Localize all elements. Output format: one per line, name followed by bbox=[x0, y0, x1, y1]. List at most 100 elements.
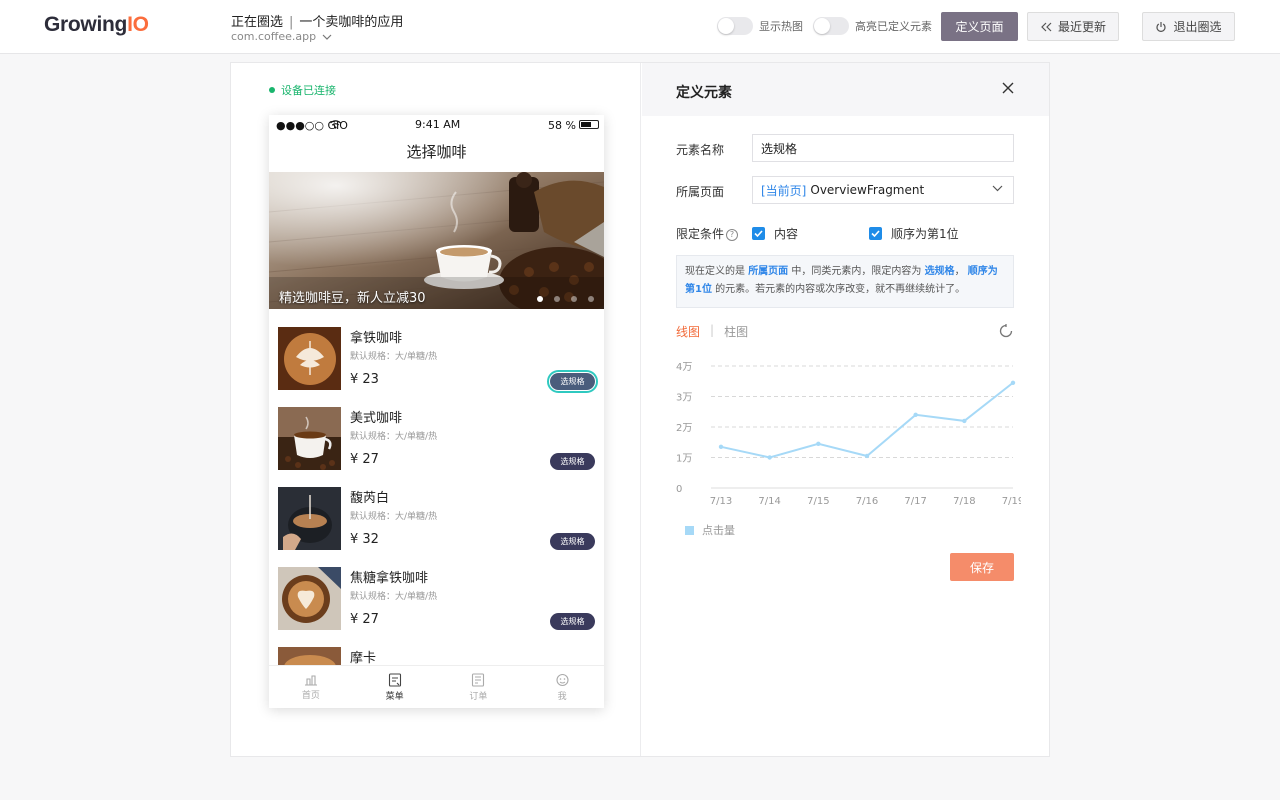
item-name: 美式咖啡 bbox=[350, 411, 403, 426]
element-name-label: 元素名称 bbox=[676, 143, 725, 157]
chevron-down-icon bbox=[992, 185, 1003, 192]
x-tick-label: 7/15 bbox=[807, 496, 829, 507]
content-checkbox-label: 内容 bbox=[774, 227, 799, 241]
note-text: 现在定义的是 bbox=[685, 266, 745, 277]
tab-profile[interactable]: 我 bbox=[520, 666, 604, 708]
legend-label: 点击量 bbox=[702, 524, 735, 537]
tab-home-label: 首页 bbox=[301, 691, 320, 701]
item-name: 拿铁咖啡 bbox=[350, 331, 403, 346]
phone-screen: ●●●○○ GIO 9:41 AM 58 % 选择咖啡 精选咖啡豆，新人立减30… bbox=[269, 115, 604, 708]
order-checkbox[interactable]: 顺序为第1位 bbox=[869, 225, 959, 242]
highlight-toggle-label: 高亮已定义元素 bbox=[855, 20, 932, 33]
page-select[interactable]: [当前页] OverviewFragment bbox=[752, 176, 1014, 204]
home-icon bbox=[304, 675, 317, 686]
profile-icon bbox=[556, 673, 569, 686]
element-name-value: 选规格 bbox=[761, 141, 798, 156]
x-tick-label: 7/17 bbox=[904, 496, 926, 507]
exit-button[interactable]: 退出圈选 bbox=[1142, 12, 1235, 41]
item-name: 馥芮白 bbox=[350, 491, 390, 506]
tab-bar-chart[interactable]: 柱图 bbox=[724, 323, 748, 340]
content-checkbox[interactable]: 内容 bbox=[752, 225, 798, 242]
x-tick-label: 7/14 bbox=[758, 496, 780, 507]
clock: 9:41 AM bbox=[415, 118, 461, 131]
y-tick-label: 4万 bbox=[676, 362, 692, 373]
list-item[interactable]: 美式咖啡 默认规格：大/单糖/热 ¥ 27 选规格 bbox=[269, 398, 604, 478]
main-panel: 设备已连接 ●●●○○ GIO 9:41 AM 58 % 选择咖啡 精选咖啡豆，… bbox=[230, 62, 1050, 757]
app-package: com.coffee.app bbox=[231, 30, 317, 43]
power-icon bbox=[1156, 21, 1167, 32]
note-highlight: 所属页面 bbox=[748, 266, 789, 277]
top-bar: GrowingIO 正在圈选 | 一个卖咖啡的应用 com.coffee.app 显… bbox=[0, 0, 1280, 54]
logo-text: Growing bbox=[44, 13, 128, 36]
double-chevron-left-icon bbox=[1041, 22, 1052, 31]
checkbox-checked-icon bbox=[869, 227, 882, 240]
tab-menu[interactable]: 菜单 bbox=[353, 666, 437, 708]
select-spec-button[interactable]: 选规格 bbox=[550, 613, 595, 630]
checkbox-checked-icon bbox=[752, 227, 765, 240]
list-item[interactable]: 馥芮白 默认规格：大/单糖/热 ¥ 32 选规格 bbox=[269, 478, 604, 558]
status-dot-icon bbox=[269, 87, 275, 93]
americano-thumbnail bbox=[278, 407, 341, 470]
chevron-down-icon bbox=[322, 34, 332, 40]
define-page-button[interactable]: 定义页面 bbox=[941, 12, 1018, 41]
data-point bbox=[1010, 380, 1016, 385]
banner-pagination[interactable] bbox=[537, 296, 594, 302]
page-select-value: OverviewFragment bbox=[810, 183, 925, 197]
recent-updates-button[interactable]: 最近更新 bbox=[1027, 12, 1119, 41]
flat-white-thumbnail bbox=[278, 487, 341, 550]
item-name: 焦糖拿铁咖啡 bbox=[350, 571, 429, 586]
highlight-toggle[interactable] bbox=[813, 17, 849, 35]
select-spec-button[interactable]: 选规格 bbox=[547, 370, 598, 393]
panel-header: 定义元素 bbox=[642, 63, 1049, 116]
data-point bbox=[718, 444, 724, 450]
item-spec: 默认规格：大/单糖/热 bbox=[350, 592, 438, 602]
define-page-label: 定义页面 bbox=[955, 20, 1004, 34]
y-tick-label: 0 bbox=[676, 484, 682, 495]
select-spec-button[interactable]: 选规格 bbox=[550, 453, 595, 470]
menu-icon bbox=[388, 672, 401, 687]
phone-status-bar: ●●●○○ GIO 9:41 AM 58 % bbox=[269, 115, 604, 135]
session-title: 正在圈选 | 一个卖咖啡的应用 bbox=[231, 11, 403, 30]
list-item[interactable]: 焦糖拿铁咖啡 默认规格：大/单糖/热 ¥ 27 选规格 bbox=[269, 558, 604, 638]
app-package-select[interactable]: com.coffee.app bbox=[231, 30, 332, 43]
item-price: ¥ 27 bbox=[350, 612, 379, 627]
help-icon[interactable]: ? bbox=[726, 229, 739, 241]
x-tick-label: 7/18 bbox=[953, 496, 975, 507]
y-tick-label: 1万 bbox=[676, 454, 692, 465]
item-price: ¥ 32 bbox=[350, 532, 379, 547]
logo-text-io: IO bbox=[127, 13, 149, 36]
orders-icon bbox=[472, 672, 485, 687]
tab-home[interactable]: 首页 bbox=[269, 666, 353, 708]
connection-status-label: 设备已连接 bbox=[281, 84, 336, 97]
tab-orders-label: 订单 bbox=[469, 691, 488, 702]
promo-banner[interactable]: 精选咖啡豆，新人立减30 bbox=[269, 172, 604, 309]
exit-label: 退出圈选 bbox=[1173, 20, 1222, 34]
highlight-toggle-group: 高亮已定义元素 bbox=[813, 17, 932, 35]
page-label: 所属页面 bbox=[676, 185, 725, 199]
tab-divider: | bbox=[710, 323, 715, 337]
recent-updates-label: 最近更新 bbox=[1057, 20, 1106, 34]
connection-status: 设备已连接 bbox=[269, 82, 336, 98]
legend-swatch bbox=[685, 525, 694, 535]
element-name-input[interactable]: 选规格 bbox=[752, 134, 1014, 162]
growingio-logo[interactable]: GrowingIO bbox=[44, 13, 149, 37]
close-icon[interactable] bbox=[1002, 82, 1014, 94]
save-button[interactable]: 保存 bbox=[950, 553, 1014, 581]
item-price: ¥ 23 bbox=[350, 372, 379, 387]
data-point bbox=[816, 441, 821, 446]
tab-profile-label: 我 bbox=[557, 691, 567, 702]
limit-conditions-label: 限定条件 bbox=[676, 227, 725, 241]
current-page-tag: [当前页] bbox=[761, 183, 807, 198]
heatmap-toggle[interactable] bbox=[717, 17, 753, 35]
battery-icon bbox=[579, 120, 599, 129]
select-spec-button[interactable]: 选规格 bbox=[550, 533, 595, 550]
heatmap-toggle-label: 显示热图 bbox=[759, 20, 803, 33]
item-spec: 默认规格：大/单糖/热 bbox=[350, 432, 438, 442]
tab-line-chart[interactable]: 线图 bbox=[676, 323, 700, 340]
refresh-icon[interactable] bbox=[998, 323, 1014, 339]
define-element-panel: 定义元素 元素名称 选规格 所属页面 [当前页] OverviewFragmen… bbox=[642, 63, 1049, 756]
list-item[interactable]: 拿铁咖啡 默认规格：大/单糖/热 ¥ 23 选规格 bbox=[269, 318, 604, 398]
tab-orders[interactable]: 订单 bbox=[437, 666, 521, 708]
note-text: 的元素。若元素的内容或次序改变，就不再继续统计了。 bbox=[715, 284, 966, 295]
caramel-latte-thumbnail bbox=[278, 567, 341, 630]
